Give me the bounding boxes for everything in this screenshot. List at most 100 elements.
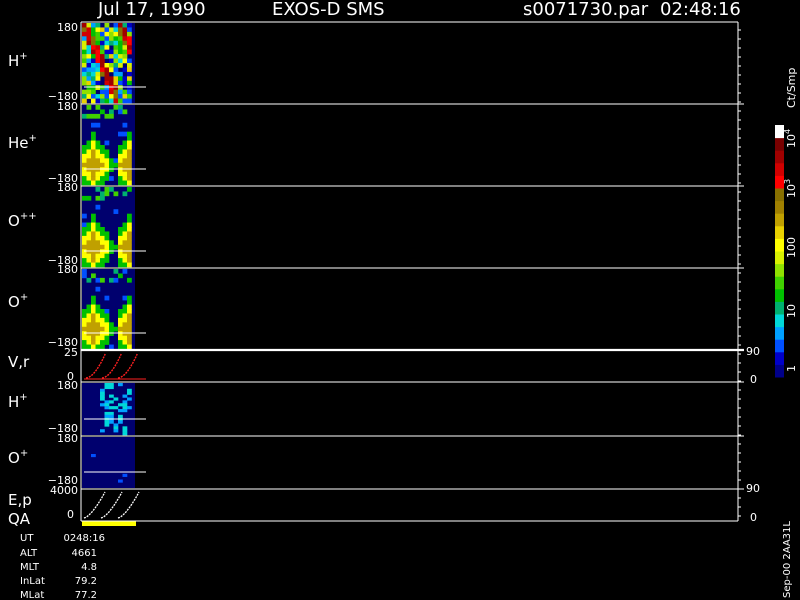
heatmap-cell [104,171,110,177]
heatmap-cell [109,89,114,95]
heatmap-cell [122,295,128,301]
heatmap-cell [82,253,87,259]
heatmap-cell [100,162,105,168]
heatmap-cell [91,222,96,228]
heatmap-cell [127,397,132,401]
heatmap-cell [82,269,87,274]
heatmap-cell [109,240,114,246]
mlt-value: 4.8 [81,562,97,573]
heatmap-cell [122,331,128,336]
heatmap-cell [109,76,114,82]
heatmap-cell [118,420,123,424]
ep-series [117,491,140,519]
heatmap-cell [113,85,119,90]
heatmap-cell [113,423,119,427]
heatmap-cell [104,162,110,168]
heatmap-cell [127,304,132,310]
heatmap-cell [82,258,87,263]
heatmap-cell [127,300,132,305]
heatmap-cell [91,80,96,86]
heatmap-cell [118,80,123,86]
heatmap-cell [95,204,101,210]
heatmap-cell [127,240,132,246]
heatmap-cell [104,383,110,387]
heatmap-cell [100,45,105,50]
heatmap-cell [82,162,87,168]
heatmap-cell [104,249,110,254]
heatmap-cell [104,113,110,119]
heatmap-cell [118,317,123,323]
heatmap-cell [95,195,101,201]
heatmap-cell [82,335,87,341]
heatmap-cell [118,309,123,314]
heatmap-cell [113,63,119,68]
heatmap-cell [82,149,87,155]
heatmap-cell [122,158,128,164]
colorbar-swatch [775,314,784,328]
heatmap-cell [118,249,123,254]
heatmap-cell [104,420,110,424]
heatmap-cell [104,49,110,55]
heatmap-cell [127,145,132,150]
heatmap-cell [122,253,128,259]
heatmap-cell [127,331,132,336]
heatmap-cell [104,67,110,73]
heatmap-cell [95,240,101,246]
heatmap-cell [122,426,128,430]
heatmap-cell [91,331,96,336]
heatmap-cell [91,235,96,241]
heatmap-cell [109,400,114,404]
heatmap-cell [104,231,110,237]
heatmap-cell [122,27,128,33]
heatmap-cell [95,145,101,150]
heatmap-cell [91,262,96,268]
heatmap-cell [122,258,128,263]
heatmap-cell [91,36,96,42]
heatmap-cell [82,58,87,64]
heatmap-cell [95,317,101,323]
heatmap-cell [95,167,101,172]
heatmap-cell [91,213,96,219]
heatmap-cell [86,27,92,33]
tick-bottom: 0 [67,508,74,521]
heatmap-cell [113,158,119,164]
heatmap-cell [109,36,114,42]
heatmap-layer [82,23,146,488]
heatmap-cell [86,171,92,177]
heatmap-cell [118,23,123,28]
heatmap-cell [82,98,87,104]
heatmap-cell [95,304,101,310]
heatmap-cell [82,326,87,332]
heatmap-cell [95,162,101,168]
heatmap-cell [100,253,105,259]
heatmap-cell [127,162,132,168]
heatmap-cell [91,149,96,155]
heatmap-cell [122,335,128,341]
heatmap-cell [82,313,87,319]
heatmap-cell [122,191,128,197]
heatmap-cell [86,140,92,146]
heatmap-cell [100,40,105,46]
heatmap-cell [113,277,119,283]
heatmap-cell [82,23,87,28]
heatmap-cell [127,180,132,186]
heatmap-cell [100,67,105,73]
heatmap-cell [127,231,132,237]
heatmap-cell [86,23,92,28]
heatmap-cell [100,326,105,332]
heatmap-cell [113,27,119,33]
heatmap-cell [95,27,101,33]
mlat-label: MLat [20,590,44,600]
heatmap-cell [104,295,110,301]
heatmap-cell [118,94,123,99]
heatmap-cell [118,258,123,263]
heatmap-cell [91,45,96,50]
heatmap-cell [91,27,96,33]
colorbar-swatch [775,162,784,176]
heatmap-cell [122,36,128,42]
heatmap-cell [118,58,123,64]
heatmap-cell [91,131,96,137]
heatmap-cell [95,122,101,128]
heatmap-cell [109,187,114,192]
heatmap-cell [127,253,132,259]
